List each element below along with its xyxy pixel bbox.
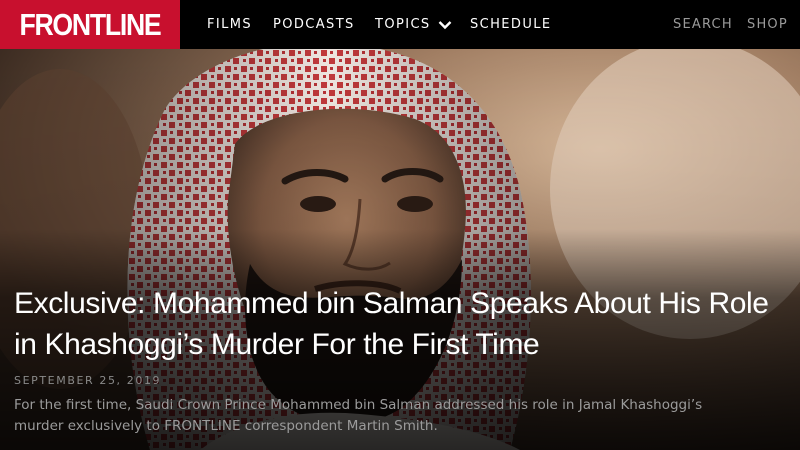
search-link[interactable]: SEARCH — [673, 0, 733, 49]
publish-date: SEPTEMBER 25, 2019 — [14, 374, 162, 387]
chevron-down-icon — [438, 20, 451, 29]
shop-link[interactable]: SHOP — [747, 0, 788, 49]
hero-summary: For the first time, Saudi Crown Prince M… — [14, 397, 703, 434]
nav-item-podcasts[interactable]: PODCASTS — [273, 0, 355, 49]
nav-item-topics[interactable]: TOPICS — [375, 0, 452, 49]
logo-text: FRONTLINE — [19, 7, 162, 42]
hero-feature: Exclusive: Mohammed bin Salman Speaks Ab… — [0, 49, 800, 450]
hero-headline[interactable]: Exclusive: Mohammed bin Salman Speaks Ab… — [14, 283, 774, 365]
nav-item-topics-label: TOPICS — [375, 17, 431, 32]
site-header: FRONTLINE FILMS PODCASTS TOPICS SCHEDULE… — [0, 0, 800, 49]
frontline-logo[interactable]: FRONTLINE — [0, 0, 180, 49]
nav-item-films[interactable]: FILMS — [207, 0, 252, 49]
hero-gradient-overlay — [0, 49, 800, 450]
nav-item-schedule[interactable]: SCHEDULE — [470, 0, 552, 49]
